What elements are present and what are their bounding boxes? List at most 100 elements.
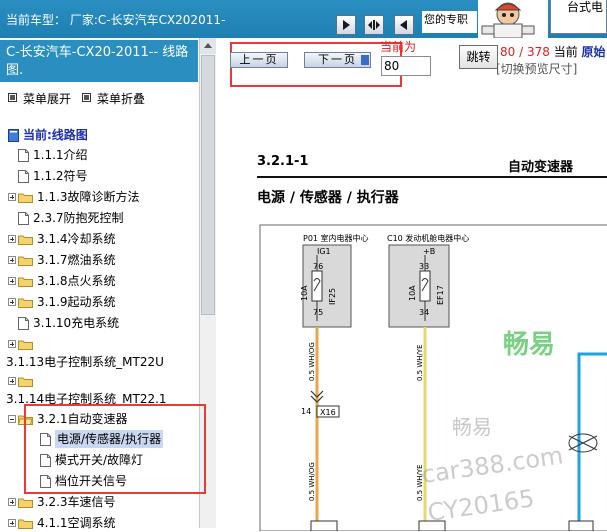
tree-item[interactable]: 模式开关/故障灯 (40, 451, 143, 469)
current-page-label: 当前为 (380, 40, 417, 54)
tree-item[interactable]: 3.1.4冷却系统 (8, 230, 116, 248)
expand-toggle-icon[interactable] (8, 498, 16, 506)
collapse-icon (82, 93, 91, 102)
book-icon (8, 128, 19, 142)
sidebar-scrollbar[interactable] (199, 38, 216, 528)
top-bar: 当前车型： 厂家:C-长安汽车CX202011- 您的专职 台式电 (0, 0, 607, 38)
tree-item[interactable]: 3.1.7燃油系统 (8, 251, 116, 269)
next-page-button[interactable]: 下一页 (304, 52, 371, 68)
doc-header: 自动变速器 (508, 160, 574, 175)
page-info: 80 / 378 当前 原始 (500, 45, 606, 59)
expand-toggle-icon[interactable] (8, 377, 16, 385)
original-size-link[interactable]: 原始 (582, 45, 606, 59)
tree-item[interactable]: 1.1.2符号 (18, 167, 88, 185)
mascot-logo (478, 0, 548, 38)
folder-icon (18, 256, 33, 266)
folder-icon (18, 340, 33, 350)
scroll-up-button[interactable] (200, 38, 216, 54)
svg-text:+B: +B (423, 247, 435, 256)
folder-icon (18, 298, 33, 308)
svg-text:10A: 10A (300, 285, 309, 301)
expand-toggle-icon[interactable] (8, 340, 16, 348)
tree-item-expanded[interactable]: 3.2.1自动变速器 (8, 410, 128, 428)
watermark-code: CY20165 (426, 484, 536, 527)
svg-text:75: 75 (313, 308, 323, 317)
fit-button[interactable] (364, 15, 384, 35)
folder-icon (18, 235, 33, 245)
mascot-icon (481, 2, 535, 38)
jump-button[interactable]: 跳转 (459, 45, 498, 69)
tree-item[interactable]: 1.1.1介绍 (18, 146, 88, 164)
tree-item[interactable]: 2.3.7防抱死控制 (18, 209, 124, 227)
folder-icon (18, 377, 33, 387)
svg-text:0.5 WH/YE: 0.5 WH/YE (416, 344, 424, 381)
tree-item[interactable]: 3.1.10充电系统 (18, 314, 119, 332)
expand-icon (8, 93, 17, 102)
wiring-diagram: P01 室内电器中心 IG1 76 10A IF25 75 C10 发动机舱电器… (259, 224, 607, 531)
watermark-text: 畅易 (452, 415, 492, 439)
svg-text:IG1: IG1 (317, 247, 331, 256)
next-arrow-icon (361, 55, 369, 65)
tree-item[interactable]: 3.2.3车速信号 (8, 493, 116, 511)
tree-item[interactable]: 4.1.1空调系统 (8, 514, 116, 532)
svg-text:IF25: IF25 (328, 288, 337, 305)
tree-root[interactable]: 当前:线路图 (8, 126, 88, 144)
play-icon (343, 20, 350, 30)
folder-icon (18, 193, 33, 203)
document-icon (18, 169, 29, 183)
tree-item[interactable]: 3.1.14电子控制系统_MT22.1 (6, 390, 167, 408)
tree-item[interactable]: 档位开关信号 (40, 472, 127, 490)
fuse-box-p01 (302, 244, 352, 328)
tree-item[interactable]: 1.1.3故障诊断方法 (8, 188, 140, 206)
svg-text:X16: X16 (320, 408, 336, 417)
expand-all-button[interactable]: 菜单展开 (8, 90, 71, 107)
document-icon (18, 148, 29, 162)
expand-toggle-icon[interactable] (8, 277, 16, 285)
prev-page-button[interactable]: 上一页 (230, 52, 288, 68)
tree-item-selected[interactable]: 电源/传感器/执行器 (40, 430, 164, 448)
box1-label: P01 室内电器中心 (303, 233, 369, 243)
preview-size-toggle[interactable]: [切换预览尺寸] (496, 60, 577, 77)
tree-item-toggle[interactable] (8, 335, 37, 353)
svg-text:10A: 10A (408, 285, 417, 301)
svg-text:0.5 WH/OG: 0.5 WH/OG (308, 342, 316, 381)
document-icon (40, 474, 51, 488)
expand-toggle-icon[interactable] (8, 235, 16, 243)
chevron-up-icon (204, 43, 212, 48)
doc-subtitle: 电源 / 传感器 / 执行器 (257, 190, 399, 206)
box2-label: C10 发动机舱电器中心 (387, 233, 469, 243)
document-icon (18, 211, 29, 225)
expand-toggle-icon[interactable] (8, 519, 16, 527)
expand-toggle-icon[interactable] (8, 193, 16, 201)
tree-item[interactable]: 3.1.8点火系统 (8, 272, 116, 290)
collapse-toggle-icon[interactable] (8, 415, 16, 423)
folder-icon (18, 498, 33, 508)
play-button[interactable] (336, 15, 356, 35)
document-title: C-长安汽车-CX20-2011-- 线路图. (0, 40, 198, 82)
tree-item-toggle[interactable] (8, 372, 37, 390)
sidebar: C-长安汽车-CX20-2011-- 线路图. 菜单展开 菜单折叠 当前:线路图… (0, 38, 216, 530)
svg-text:76: 76 (313, 262, 323, 271)
document-icon (18, 316, 29, 330)
brand-label: 台式电 (550, 0, 607, 34)
svg-text:EF17: EF17 (436, 285, 445, 305)
svg-text:0.5 WH/OG: 0.5 WH/OG (308, 462, 316, 501)
open-folder-icon (18, 415, 33, 425)
tree-item[interactable]: 3.1.13电子控制系统_MT22U (6, 353, 164, 371)
doc-section-number: 3.2.1-1 (257, 154, 309, 169)
collapse-all-button[interactable]: 菜单折叠 (82, 90, 145, 107)
scroll-thumb[interactable] (201, 55, 215, 315)
doc-divider (257, 176, 607, 178)
help-text: 您的专职 (422, 11, 477, 33)
tree-item[interactable]: 3.1.9起动系统 (8, 293, 116, 311)
back-button[interactable] (394, 15, 414, 35)
document-icon (40, 432, 51, 446)
expand-toggle-icon[interactable] (8, 298, 16, 306)
main-content: 上一页 下一页 当前为 80 跳转 80 / 378 当前 原始 [切换预览尺寸… (216, 38, 607, 531)
folder-icon (18, 519, 33, 529)
watermark-url: car388.com (420, 441, 565, 489)
svg-text:14: 14 (301, 407, 311, 416)
expand-toggle-icon[interactable] (8, 256, 16, 264)
page-number-input[interactable]: 80 (381, 56, 431, 76)
back-icon (400, 20, 407, 30)
